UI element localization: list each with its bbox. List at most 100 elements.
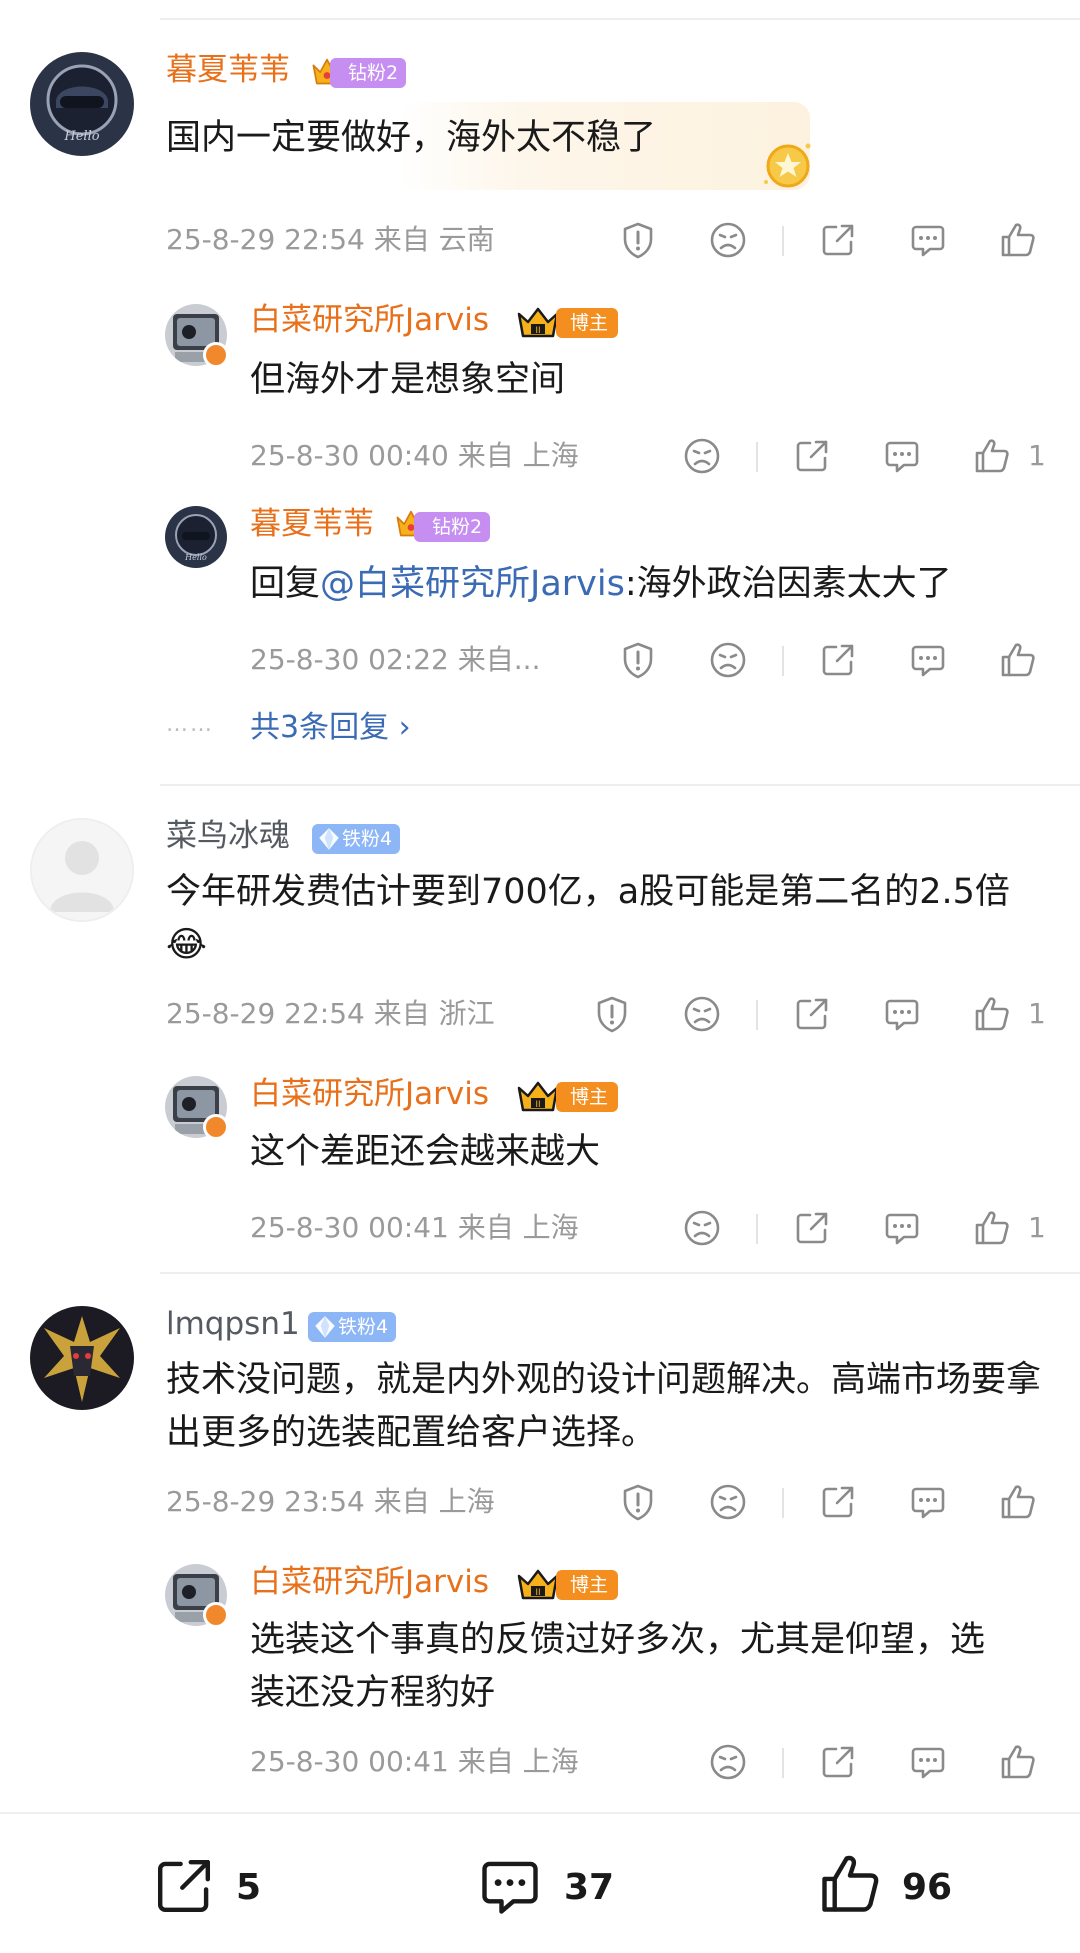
sad-face-icon [708,1742,748,1782]
bottom-action-bar: 5 37 96 [0,1812,1080,1953]
report-button[interactable] [618,1482,658,1522]
crown-icon [516,1566,560,1606]
dislike-button[interactable] [708,220,748,260]
sad-face-icon [682,994,722,1034]
report-button[interactable] [592,994,632,1034]
comment-icon [908,1482,948,1522]
dislike-button[interactable] [682,436,722,476]
sad-face-icon [708,1482,748,1522]
reply-username[interactable]: 白菜研究所Jarvis [250,1562,489,1602]
avatar[interactable]: Hello [30,52,134,156]
like-count: 96 [902,1867,953,1908]
verified-badge-icon [203,1602,229,1628]
share-button[interactable] [792,436,832,476]
comments-button[interactable]: 37 [476,1858,616,1918]
report-icon [618,220,658,260]
like-button[interactable] [998,220,1038,260]
share-icon [157,1859,211,1913]
action-divider [782,1488,784,1518]
blogger-badge: 博主 [556,1082,619,1112]
repost-button[interactable]: 5 [150,1858,270,1918]
avatar[interactable] [30,818,134,922]
report-button[interactable] [618,640,658,680]
reply-username[interactable]: 白菜研究所Jarvis [250,1074,489,1114]
action-divider [782,646,784,676]
like-button[interactable] [972,436,1012,476]
like-button[interactable] [998,640,1038,680]
reply-text: 选装这个事真的反馈过好多次，尤其是仰望，选装还没方程豹好 [250,1620,986,1713]
like-button[interactable] [972,994,1012,1034]
avatar[interactable] [30,1306,134,1410]
reply-username[interactable]: 暮夏苇苇 [250,504,374,544]
reply-button[interactable] [882,436,922,476]
action-divider [756,1000,758,1030]
reply-button[interactable] [908,220,948,260]
share-button[interactable] [818,1482,858,1522]
sad-face-icon [708,640,748,680]
comment-divider [160,1272,1080,1274]
reply-text: 回复@白菜研究所Jarvis:海外政治因素太大了 [250,564,952,604]
report-icon [618,640,658,680]
star-medal-icon [758,138,818,192]
reply-button[interactable] [908,640,948,680]
share-button[interactable] [818,220,858,260]
share-button[interactable] [792,994,832,1034]
fan-badge[interactable]: 钻粉2 [330,58,407,88]
share-icon [792,1208,832,1248]
thumbs-up-icon [998,1742,1038,1782]
verified-badge-icon [203,1114,229,1140]
comment-meta: 25-8-29 23:54 来自 上海 [166,1485,495,1518]
reply-button[interactable] [882,1208,922,1248]
reply-button[interactable] [908,1482,948,1522]
sad-face-icon [708,220,748,260]
comment-meta: 25-8-29 22:54 来自 浙江 [166,997,495,1030]
crown-icon [516,304,560,344]
comment-icon [908,220,948,260]
dislike-button[interactable] [708,1482,748,1522]
reply-button[interactable] [882,994,922,1034]
fan-badge[interactable]: 铁粉4 [308,1312,397,1342]
comment-icon [482,1861,538,1914]
dislike-button[interactable] [682,1208,722,1248]
dislike-button[interactable] [708,1742,748,1782]
thumbs-up-icon [998,1482,1038,1522]
dislike-button[interactable] [682,994,722,1034]
action-divider [756,442,758,472]
thumbs-up-icon [822,1855,879,1912]
avatar[interactable]: Hello [165,506,227,568]
fan-badge[interactable]: 铁粉4 [312,824,401,854]
like-button[interactable] [998,1742,1038,1782]
action-divider [782,1748,784,1778]
comment-username[interactable]: lmqpsn1 [166,1304,300,1344]
reply-username[interactable]: 白菜研究所Jarvis [250,300,489,340]
more-replies-dots: …… [166,712,214,737]
report-button[interactable] [618,220,658,260]
mention-link[interactable]: @白菜研究所Jarvis [320,564,625,604]
verified-badge-icon [203,342,229,368]
share-icon [792,994,832,1034]
comment-count: 37 [564,1867,615,1908]
report-icon [592,994,632,1034]
view-more-replies-link[interactable]: 共3条回复 › [250,708,411,748]
thumbs-up-icon [972,436,1012,476]
share-button[interactable] [818,1742,858,1782]
comment-icon [882,1208,922,1248]
like-button[interactable] [998,1482,1038,1522]
share-button[interactable] [818,640,858,680]
comment-text: 技术没问题，就是内外观的设计问题解决。高端市场要拿出更多的选装配置给客户选择。 [166,1360,1042,1453]
share-icon [818,1482,858,1522]
thumbs-up-icon [972,994,1012,1034]
reply-text: 但海外才是想象空间 [250,360,566,400]
fan-badge[interactable]: 钻粉2 [414,512,491,542]
like-button[interactable] [972,1208,1012,1248]
comment-username[interactable]: 菜鸟冰魂 [166,816,290,856]
share-button[interactable] [792,1208,832,1248]
blogger-badge: 博主 [556,308,619,338]
comment-meta: 25-8-29 22:54 来自 云南 [166,223,495,256]
reply-button[interactable] [908,1742,948,1782]
like-post-button[interactable]: 96 [816,1855,976,1918]
dislike-button[interactable] [708,640,748,680]
thumbs-up-icon [998,220,1038,260]
thumbs-up-icon [998,640,1038,680]
comment-username[interactable]: 暮夏苇苇 [166,50,290,90]
